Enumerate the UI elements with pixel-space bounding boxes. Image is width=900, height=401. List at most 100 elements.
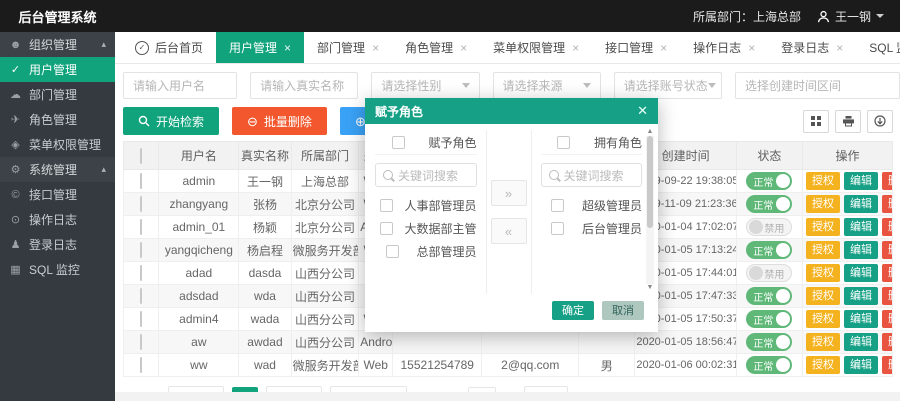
auth-button[interactable]: 授权 — [806, 356, 840, 374]
scroll-up-icon[interactable]: ▲ — [647, 128, 654, 136]
batch-delete-button[interactable]: ⊖ 批量删除 — [232, 107, 327, 135]
auth-button[interactable]: 授权 — [806, 287, 840, 305]
status-toggle[interactable]: 正常 — [746, 287, 792, 305]
tab-active[interactable]: 用户管理× — [216, 32, 304, 63]
sidebar-item-i6[interactable]: ©接口管理 — [0, 182, 115, 207]
role-list-item[interactable]: 超级管理员 — [541, 194, 643, 217]
del-button[interactable]: 删除 — [882, 264, 893, 282]
status-toggle[interactable]: 正常 — [746, 195, 792, 213]
tab-i0[interactable]: ✓后台首页 — [122, 32, 216, 63]
search-button[interactable]: 开始检索 — [123, 107, 219, 135]
close-tab-icon[interactable]: × — [660, 41, 667, 55]
del-button[interactable]: 删除 — [882, 287, 893, 305]
edit-button[interactable]: 编辑 — [844, 241, 878, 259]
tab-i4[interactable]: 菜单权限管理× — [480, 32, 592, 63]
tab-i8[interactable]: SQL 监控× — [856, 32, 900, 63]
auth-button[interactable]: 授权 — [806, 264, 840, 282]
role-list-item[interactable]: 后台管理员 — [541, 217, 643, 240]
close-icon[interactable]: ✕ — [637, 103, 648, 119]
select-all-checkbox[interactable] — [392, 136, 405, 149]
role-checkbox[interactable] — [380, 222, 393, 235]
sidebar-item-i0[interactable]: ☻组织管理▴ — [0, 32, 115, 57]
move-left-button[interactable]: « — [491, 218, 527, 244]
role-list-item[interactable]: 总部管理员 — [375, 240, 477, 263]
filter-select-2[interactable]: 请选择性别 — [371, 72, 479, 99]
filter-input-0[interactable]: 请输入用户名 — [123, 72, 237, 99]
row-checkbox[interactable] — [140, 196, 142, 212]
row-checkbox[interactable] — [140, 288, 142, 304]
sidebar-item-active[interactable]: ✓用户管理 — [0, 57, 115, 82]
sidebar-item-i7[interactable]: ⊙操作日志 — [0, 207, 115, 232]
auth-button[interactable]: 授权 — [806, 195, 840, 213]
filter-date-5[interactable]: 选择创建时间区间 — [735, 72, 900, 99]
status-toggle[interactable]: 正常 — [746, 172, 792, 190]
auth-button[interactable]: 授权 — [806, 218, 840, 236]
role-checkbox[interactable] — [551, 199, 564, 212]
select-all-checkbox[interactable] — [557, 136, 570, 149]
status-toggle[interactable]: 正常 — [746, 241, 792, 259]
status-toggle[interactable]: 禁用 — [746, 264, 792, 282]
cancel-button[interactable]: 取消 — [602, 301, 644, 320]
close-tab-icon[interactable]: × — [572, 41, 579, 55]
sidebar-item-i5[interactable]: ⚙系统管理▴ — [0, 157, 115, 182]
edit-button[interactable]: 编辑 — [844, 310, 878, 328]
row-checkbox[interactable] — [140, 265, 142, 281]
auth-button[interactable]: 授权 — [806, 333, 840, 351]
sidebar-item-i3[interactable]: ✈角色管理 — [0, 107, 115, 132]
filter-select-4[interactable]: 请选择账号状态 — [614, 72, 722, 99]
modal-scrollbar[interactable]: ▲ ▼ — [645, 128, 655, 292]
edit-button[interactable]: 编辑 — [844, 356, 878, 374]
role-list-item[interactable]: 人事部管理员 — [375, 194, 477, 217]
close-tab-icon[interactable]: × — [836, 41, 843, 55]
del-button[interactable]: 删除 — [882, 356, 893, 374]
del-button[interactable]: 删除 — [882, 310, 893, 328]
close-tab-icon[interactable]: × — [748, 41, 755, 55]
role-checkbox[interactable] — [551, 222, 564, 235]
auth-button[interactable]: 授权 — [806, 241, 840, 259]
close-tab-icon[interactable]: × — [284, 41, 291, 55]
assign-role-search-input[interactable]: 关键词搜索 — [375, 163, 477, 187]
tab-i6[interactable]: 操作日志× — [680, 32, 768, 63]
edit-button[interactable]: 编辑 — [844, 195, 878, 213]
filter-select-3[interactable]: 请选择来源 — [493, 72, 601, 99]
user-menu[interactable]: 王一钢 — [817, 8, 884, 25]
row-checkbox[interactable] — [140, 219, 142, 235]
edit-button[interactable]: 编辑 — [844, 264, 878, 282]
status-toggle[interactable]: 正常 — [746, 356, 792, 374]
scrollbar-thumb[interactable] — [647, 136, 653, 228]
edit-button[interactable]: 编辑 — [844, 287, 878, 305]
sidebar-item-i2[interactable]: ☁部门管理 — [0, 82, 115, 107]
tab-i7[interactable]: 登录日志× — [768, 32, 856, 63]
role-checkbox[interactable] — [380, 199, 393, 212]
row-checkbox[interactable] — [140, 311, 142, 327]
sidebar-item-i4[interactable]: ◈菜单权限管理 — [0, 132, 115, 157]
auth-button[interactable]: 授权 — [806, 172, 840, 190]
close-tab-icon[interactable]: × — [372, 41, 379, 55]
status-toggle[interactable]: 正常 — [746, 310, 792, 328]
tab-i2[interactable]: 部门管理× — [304, 32, 392, 63]
select-all-checkbox[interactable] — [140, 148, 142, 164]
row-checkbox[interactable] — [140, 242, 142, 258]
sidebar-item-i9[interactable]: ▦SQL 监控 — [0, 257, 115, 282]
role-checkbox[interactable] — [386, 245, 399, 258]
filter-input-1[interactable]: 请输入真实名称 — [250, 72, 358, 99]
filter-columns-button[interactable] — [803, 110, 829, 133]
sidebar-item-i8[interactable]: ♟登录日志 — [0, 232, 115, 257]
tab-i3[interactable]: 角色管理× — [392, 32, 480, 63]
del-button[interactable]: 删除 — [882, 333, 893, 351]
del-button[interactable]: 删除 — [882, 172, 893, 190]
row-checkbox[interactable] — [140, 357, 142, 373]
del-button[interactable]: 删除 — [882, 195, 893, 213]
owned-role-search-input[interactable]: 关键词搜索 — [541, 163, 643, 187]
export-button[interactable] — [867, 110, 893, 133]
scrollbar-track[interactable] — [646, 136, 654, 284]
confirm-button[interactable]: 确定 — [552, 301, 594, 320]
edit-button[interactable]: 编辑 — [844, 172, 878, 190]
status-toggle[interactable]: 正常 — [746, 333, 792, 351]
edit-button[interactable]: 编辑 — [844, 218, 878, 236]
tab-i5[interactable]: 接口管理× — [592, 32, 680, 63]
status-toggle[interactable]: 禁用 — [746, 218, 792, 236]
del-button[interactable]: 删除 — [882, 218, 893, 236]
auth-button[interactable]: 授权 — [806, 310, 840, 328]
move-right-button[interactable]: » — [491, 180, 527, 206]
